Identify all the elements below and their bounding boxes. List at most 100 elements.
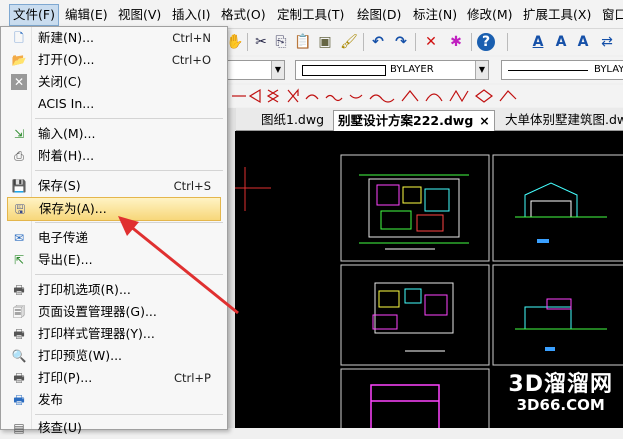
audit-icon: ▤ <box>13 421 25 435</box>
purge-icon[interactable]: ✱ <box>446 32 466 52</box>
mirror-tool-icon[interactable] <box>266 89 280 103</box>
file-menu-dropdown: 🗋 新建(N)... Ctrl+N 📂 打开(O)... Ctrl+O ✕ 关闭… <box>0 26 228 435</box>
page-setup-icon: 🗐 <box>13 305 25 319</box>
draw-toolbar <box>225 85 623 107</box>
find-text-icon[interactable]: ⇄ <box>597 32 617 52</box>
chevron-down-icon: ▼ <box>271 61 284 79</box>
draw-tools-icons <box>232 88 517 104</box>
menu-item-open[interactable]: 📂 打开(O)... Ctrl+O <box>1 49 225 71</box>
roof-tool-icon[interactable] <box>401 90 419 102</box>
menu-format[interactable]: 格式(O) <box>221 6 266 24</box>
dome-tool-icon[interactable] <box>425 93 443 102</box>
sheet-frame <box>340 264 490 366</box>
document-tabs: 图纸1.dwg 别墅设计方案222.dwg × 大单体别墅建筑图.dw <box>225 108 623 131</box>
paste-special-icon[interactable]: ▣ <box>315 32 335 52</box>
menu-item-plot-style[interactable]: 🖶 打印样式管理器(Y)... <box>1 323 225 345</box>
angle-tool-icon[interactable] <box>499 90 517 102</box>
help-icon[interactable]: ? <box>477 33 495 51</box>
menu-separator <box>35 118 223 119</box>
menu-item-label: 打印样式管理器(Y)... <box>38 326 155 341</box>
delete-icon[interactable]: ✕ <box>421 32 441 52</box>
match-properties-icon[interactable]: 🖌 <box>339 32 359 52</box>
edit-text-icon[interactable]: A <box>573 32 593 52</box>
export-icon: ⇱ <box>13 253 25 267</box>
menu-item-audit[interactable]: ▤ 核查(U) <box>1 417 225 439</box>
menu-insert[interactable]: 插入(I) <box>172 6 210 24</box>
menu-item-save[interactable]: 💾 保存(S) Ctrl+S <box>1 175 225 197</box>
menu-item-acis-in[interactable]: ACIS In... <box>1 93 225 115</box>
menu-item-publish[interactable]: 🖶 发布 <box>1 389 225 411</box>
paste-icon[interactable]: 📋 <box>293 32 313 52</box>
spline-tool-icon[interactable] <box>369 94 395 103</box>
floor-plan-room <box>404 288 422 304</box>
menu-item-attach[interactable]: ⎙ 附着(H)... <box>1 145 225 167</box>
tab-drawing1[interactable]: 图纸1.dwg <box>257 110 328 130</box>
tab-villa-design[interactable]: 别墅设计方案222.dwg × <box>333 110 495 131</box>
linetype-combo[interactable]: BYLAYER <box>501 60 623 80</box>
menu-item-page-setup[interactable]: 🗐 页面设置管理器(G)... <box>1 301 225 323</box>
elevation-title-tag <box>537 239 549 243</box>
menu-item-save-as[interactable]: 🖫 保存为(A)... <box>7 197 221 221</box>
menu-custom-tools[interactable]: 定制工具(T) <box>277 6 344 24</box>
close-icon[interactable]: × <box>479 113 489 128</box>
layer-combo[interactable]: BYLAYER ▼ <box>295 60 489 80</box>
wave-tool-icon[interactable] <box>325 94 343 102</box>
menu-item-label: 关闭(C) <box>38 74 82 89</box>
diamond-tool-icon[interactable] <box>475 89 493 103</box>
menu-item-label: 保存为(A)... <box>39 201 107 216</box>
publish-icon: 🖶 <box>13 393 25 407</box>
zigzag-tool-icon[interactable] <box>449 89 469 103</box>
save-as-icon: 🖫 <box>14 202 26 216</box>
menu-draw[interactable]: 绘图(D) <box>357 6 401 24</box>
menu-item-shortcut: Ctrl+N <box>172 31 211 45</box>
linetype-combo-label: BYLAYER <box>594 64 623 75</box>
toolbar-separator <box>363 33 364 51</box>
menu-item-etransmit[interactable]: ✉ 电子传递 <box>1 227 225 249</box>
cut-icon[interactable]: ✂ <box>251 32 271 52</box>
menu-dimension[interactable]: 标注(N) <box>413 6 457 24</box>
plot-style-icon: 🖶 <box>13 327 25 341</box>
print-preview-icon: 🔍 <box>11 349 27 363</box>
menu-item-print[interactable]: 🖶 打印(P)... Ctrl+P <box>1 367 225 389</box>
menu-item-export[interactable]: ⇱ 导出(E)... <box>1 249 225 271</box>
copy-icon[interactable]: ⎘ <box>271 32 291 52</box>
floor-plan-room <box>424 294 448 316</box>
menu-edit[interactable]: 编辑(E) <box>65 6 108 24</box>
menu-modify[interactable]: 修改(M) <box>467 6 513 24</box>
floor-plan-room <box>424 188 450 212</box>
redo-icon[interactable]: ↷ <box>391 32 411 52</box>
menu-separator <box>35 414 223 415</box>
menu-item-print-preview[interactable]: 🔍 打印预览(W)... <box>1 345 225 367</box>
menu-item-shortcut: Ctrl+P <box>173 371 211 385</box>
menu-view[interactable]: 视图(V) <box>118 6 161 24</box>
standard-toolbar: ✋ ✂ ⎘ 📋 ▣ 🖌 ↶ ↷ ✕ ✱ ? A A A ⇄ <box>225 29 623 55</box>
sheet-frame <box>492 154 623 262</box>
menu-window[interactable]: 窗口 <box>602 6 623 24</box>
toolbar-separator <box>415 33 416 51</box>
toolbar-separator <box>247 33 248 51</box>
pan-icon[interactable]: ✋ <box>225 32 245 52</box>
arrow-tool-icon[interactable] <box>248 88 261 104</box>
undo-icon[interactable]: ↶ <box>368 32 388 52</box>
tab-label: 大单体别墅建筑图.dw <box>505 112 623 127</box>
menu-extension-tools[interactable]: 扩展工具(X) <box>523 6 591 24</box>
menu-bar: 文件(F) 编辑(E) 视图(V) 插入(I) 格式(O) 定制工具(T) 绘图… <box>0 0 623 29</box>
text-icon[interactable]: A <box>551 32 571 52</box>
layer-combo-label: BYLAYER <box>390 64 434 75</box>
menu-item-printer-options[interactable]: 🖶 打印机选项(R)... <box>1 279 225 301</box>
tab-villa-building[interactable]: 大单体别墅建筑图.dw <box>501 110 623 130</box>
drawing-canvas[interactable]: 3D溜溜网 3D66.COM <box>235 131 623 428</box>
menu-item-close[interactable]: ✕ 关闭(C) <box>1 71 225 93</box>
menu-item-label: 附着(H)... <box>38 148 95 163</box>
color-combo[interactable]: ▼ <box>225 60 285 80</box>
bowtie-tool-icon[interactable] <box>287 88 299 103</box>
menu-item-label: 核查(U) <box>38 420 82 435</box>
menu-item-import[interactable]: ⇲ 输入(M)... <box>1 123 225 145</box>
tab-label: 别墅设计方案222.dwg <box>338 113 474 128</box>
text-style-icon[interactable]: A <box>528 32 548 52</box>
curve-tool-icon[interactable] <box>349 94 363 99</box>
menu-item-new[interactable]: 🗋 新建(N)... Ctrl+N <box>1 27 225 49</box>
menu-file[interactable]: 文件(F) <box>9 4 59 26</box>
arc-tool-icon[interactable] <box>305 94 319 100</box>
open-folder-icon: 📂 <box>11 53 27 67</box>
